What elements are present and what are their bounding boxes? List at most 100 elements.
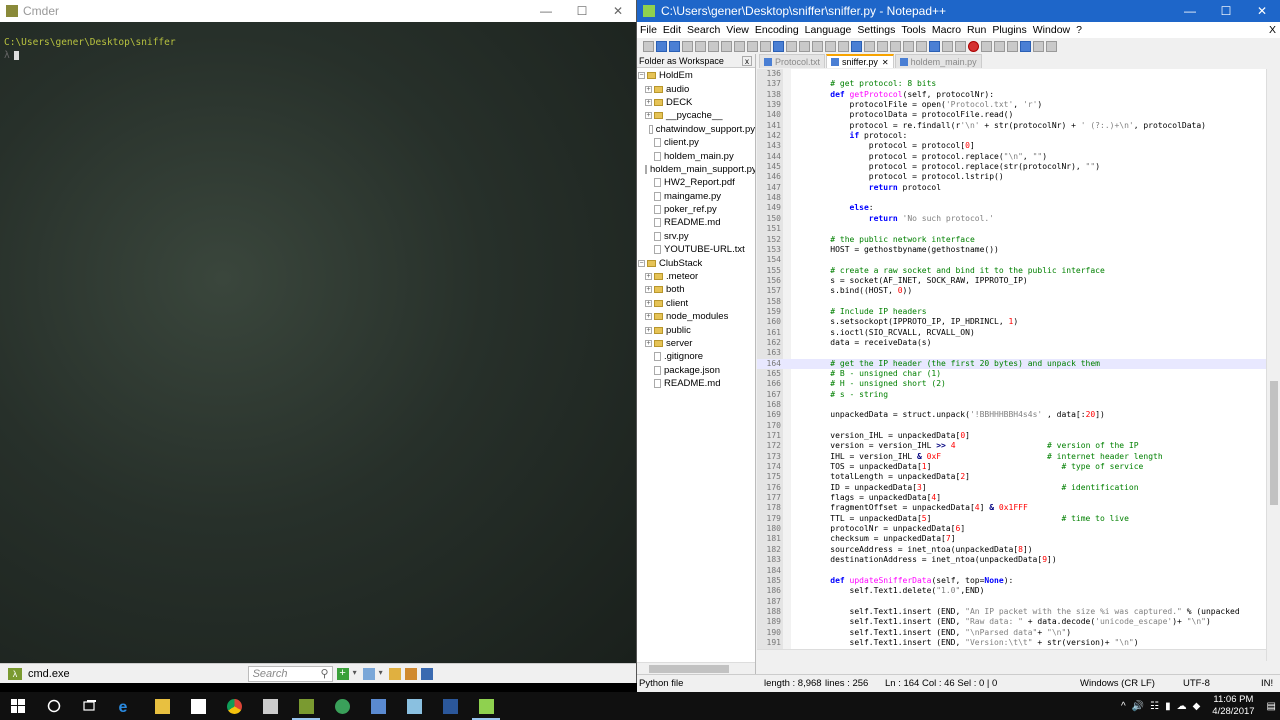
toolbar-button-icon[interactable] <box>864 40 875 52</box>
panel-hscrollbar[interactable] <box>637 662 755 674</box>
expand-icon[interactable]: + <box>645 326 652 334</box>
toolbar-button-icon[interactable] <box>1046 40 1057 52</box>
editor-vscrollbar[interactable] <box>1266 69 1280 661</box>
word-button[interactable] <box>432 692 468 720</box>
code-line[interactable]: 136 <box>757 69 1266 79</box>
tree-item[interactable]: + __pycache__ <box>637 109 755 122</box>
clock[interactable]: 11:06 PM 4/28/2017 <box>1212 694 1254 718</box>
store-button[interactable] <box>180 692 216 720</box>
toolbar-button-icon[interactable] <box>838 40 849 52</box>
dropdown-icon[interactable]: ▾ <box>353 668 359 680</box>
editor-hscrollbar[interactable] <box>757 649 1266 661</box>
code-line[interactable]: 149 else: <box>757 203 1266 213</box>
code-line[interactable]: 191 self.Text1.insert (END, "Version:\t\… <box>757 638 1266 648</box>
cmder-titlebar[interactable]: Cmder — ☐ ✕ <box>0 0 636 22</box>
tree-item[interactable]: chatwindow_support.py <box>637 123 755 136</box>
menu-macro[interactable]: Macro <box>932 24 961 36</box>
code-line[interactable]: 188 self.Text1.insert (END, "An IP packe… <box>757 607 1266 617</box>
expand-icon[interactable]: + <box>645 85 652 93</box>
code-line[interactable]: 169 unpackedData = struct.unpack('!BBHHH… <box>757 410 1266 420</box>
menu-tools[interactable]: Tools <box>901 24 926 36</box>
menu-run[interactable]: Run <box>967 24 986 36</box>
menu-edit[interactable]: Edit <box>663 24 681 36</box>
lock-icon[interactable] <box>388 667 401 680</box>
tab-holdem-main-py[interactable]: holdem_main.py <box>894 54 982 68</box>
code-line[interactable]: 146 protocol = protocol.lstrip() <box>757 172 1266 182</box>
tree-item[interactable]: + node_modules <box>637 310 755 323</box>
toolbar-button-icon[interactable] <box>747 40 758 52</box>
menu-search[interactable]: Search <box>687 24 720 36</box>
toolbar-button-icon[interactable] <box>773 40 784 52</box>
new-console-icon[interactable]: + <box>336 667 349 680</box>
code-line[interactable]: 189 self.Text1.insert (END, "Raw data: "… <box>757 617 1266 627</box>
toolbar-button-icon[interactable] <box>760 40 771 52</box>
cortana-button[interactable] <box>36 692 72 720</box>
notifications-icon[interactable]: ▤ <box>1267 701 1276 712</box>
toolbar-button-icon[interactable] <box>994 40 1005 52</box>
panel-close-button[interactable]: x <box>742 55 752 66</box>
toolbar-button-icon[interactable] <box>643 40 654 52</box>
tree-item[interactable]: holdem_main.py <box>637 149 755 162</box>
code-line[interactable]: 166 # H - unsigned short (2) <box>757 379 1266 389</box>
toolbar-button-icon[interactable] <box>981 40 992 52</box>
code-line[interactable]: 179 TTL = unpackedData[5] # time to live <box>757 514 1266 524</box>
toolbar-button-icon[interactable] <box>851 40 862 52</box>
menu-window[interactable]: Window <box>1033 24 1070 36</box>
tree-item[interactable]: maingame.py <box>637 190 755 203</box>
code-line[interactable]: 164 # get the IP header (the first 20 by… <box>757 358 1266 369</box>
menu-help[interactable]: ? <box>1076 24 1082 36</box>
tree-item[interactable]: README.md <box>637 377 755 390</box>
expand-icon[interactable]: + <box>645 299 652 307</box>
code-line[interactable]: 190 self.Text1.insert (END, "\nParsed da… <box>757 628 1266 638</box>
toolbar-button-icon[interactable] <box>682 40 693 52</box>
tree-item[interactable]: − HoldEm <box>637 69 755 82</box>
toolbar-button-icon[interactable] <box>656 40 667 52</box>
code-line[interactable]: 152 # the public network interface <box>757 235 1266 245</box>
git-button[interactable] <box>324 692 360 720</box>
close-document-button[interactable]: X <box>1269 24 1276 36</box>
npp-titlebar[interactable]: C:\Users\gener\Desktop\sniffer\sniffer.p… <box>637 0 1280 22</box>
battery-icon[interactable]: ▮ <box>1165 701 1171 712</box>
dropdown2-icon[interactable]: ▾ <box>379 668 385 680</box>
code-line[interactable]: 168 <box>757 400 1266 410</box>
close-button[interactable]: ✕ <box>600 4 636 18</box>
code-line[interactable]: 175 totalLength = unpackedData[2] <box>757 472 1266 482</box>
code-line[interactable]: 137 # get protocol: 8 bits <box>757 79 1266 89</box>
tree-item[interactable]: YOUTUBE-URL.txt <box>637 243 755 256</box>
tree-item[interactable]: + audio <box>637 82 755 95</box>
code-line[interactable]: 156 s = socket(AF_INET, SOCK_RAW, IPPROT… <box>757 276 1266 286</box>
toolbar-button-icon[interactable] <box>877 40 888 52</box>
toolbar-button-icon[interactable] <box>786 40 797 52</box>
scroll-thumb[interactable] <box>1270 381 1278 505</box>
code-line[interactable]: 162 data = receiveData(s) <box>757 338 1266 348</box>
toolbar-button-icon[interactable] <box>1020 40 1031 52</box>
file-explorer-button[interactable] <box>144 692 180 720</box>
tree-item[interactable]: .gitignore <box>637 350 755 363</box>
toolbar-button-icon[interactable] <box>825 40 836 52</box>
code-line[interactable]: 142 if protocol: <box>757 131 1266 141</box>
minimize-button[interactable]: — <box>1172 4 1208 18</box>
tree-item[interactable]: + public <box>637 323 755 336</box>
code-line[interactable]: 180 protocolNr = unpackedData[6] <box>757 524 1266 534</box>
code-line[interactable]: 161 s.ioctl(SIO_RCVALL, RCVALL_ON) <box>757 328 1266 338</box>
tree-item[interactable]: HW2_Report.pdf <box>637 176 755 189</box>
toolbar-button-icon[interactable] <box>903 40 914 52</box>
tree-item[interactable]: srv.py <box>637 230 755 243</box>
cmder-taskbar-button[interactable] <box>288 692 324 720</box>
code-line[interactable]: 177 flags = unpackedData[4] <box>757 493 1266 503</box>
menu-settings[interactable]: Settings <box>857 24 895 36</box>
menu-plugins[interactable]: Plugins <box>992 24 1026 36</box>
dropbox-icon[interactable]: ◆ <box>1193 701 1201 712</box>
toolbar-button-icon[interactable] <box>734 40 745 52</box>
tree-item[interactable]: package.json <box>637 364 755 377</box>
toolbar-button-icon[interactable] <box>721 40 732 52</box>
code-line[interactable]: 182 sourceAddress = inet_ntoa(unpackedDa… <box>757 545 1266 555</box>
menu-language[interactable]: Language <box>805 24 852 36</box>
toolbar-button-icon[interactable] <box>1033 40 1044 52</box>
volume-icon[interactable]: 🔊 <box>1132 701 1144 712</box>
code-line[interactable]: 167 # s - string <box>757 390 1266 400</box>
tree-item[interactable]: README.md <box>637 216 755 229</box>
terminal-area[interactable]: C:\Users\gener\Desktop\sniffer λ <box>0 22 636 663</box>
network-tray-icon[interactable]: ☷ <box>1150 701 1159 712</box>
menu-icon[interactable] <box>420 667 433 680</box>
